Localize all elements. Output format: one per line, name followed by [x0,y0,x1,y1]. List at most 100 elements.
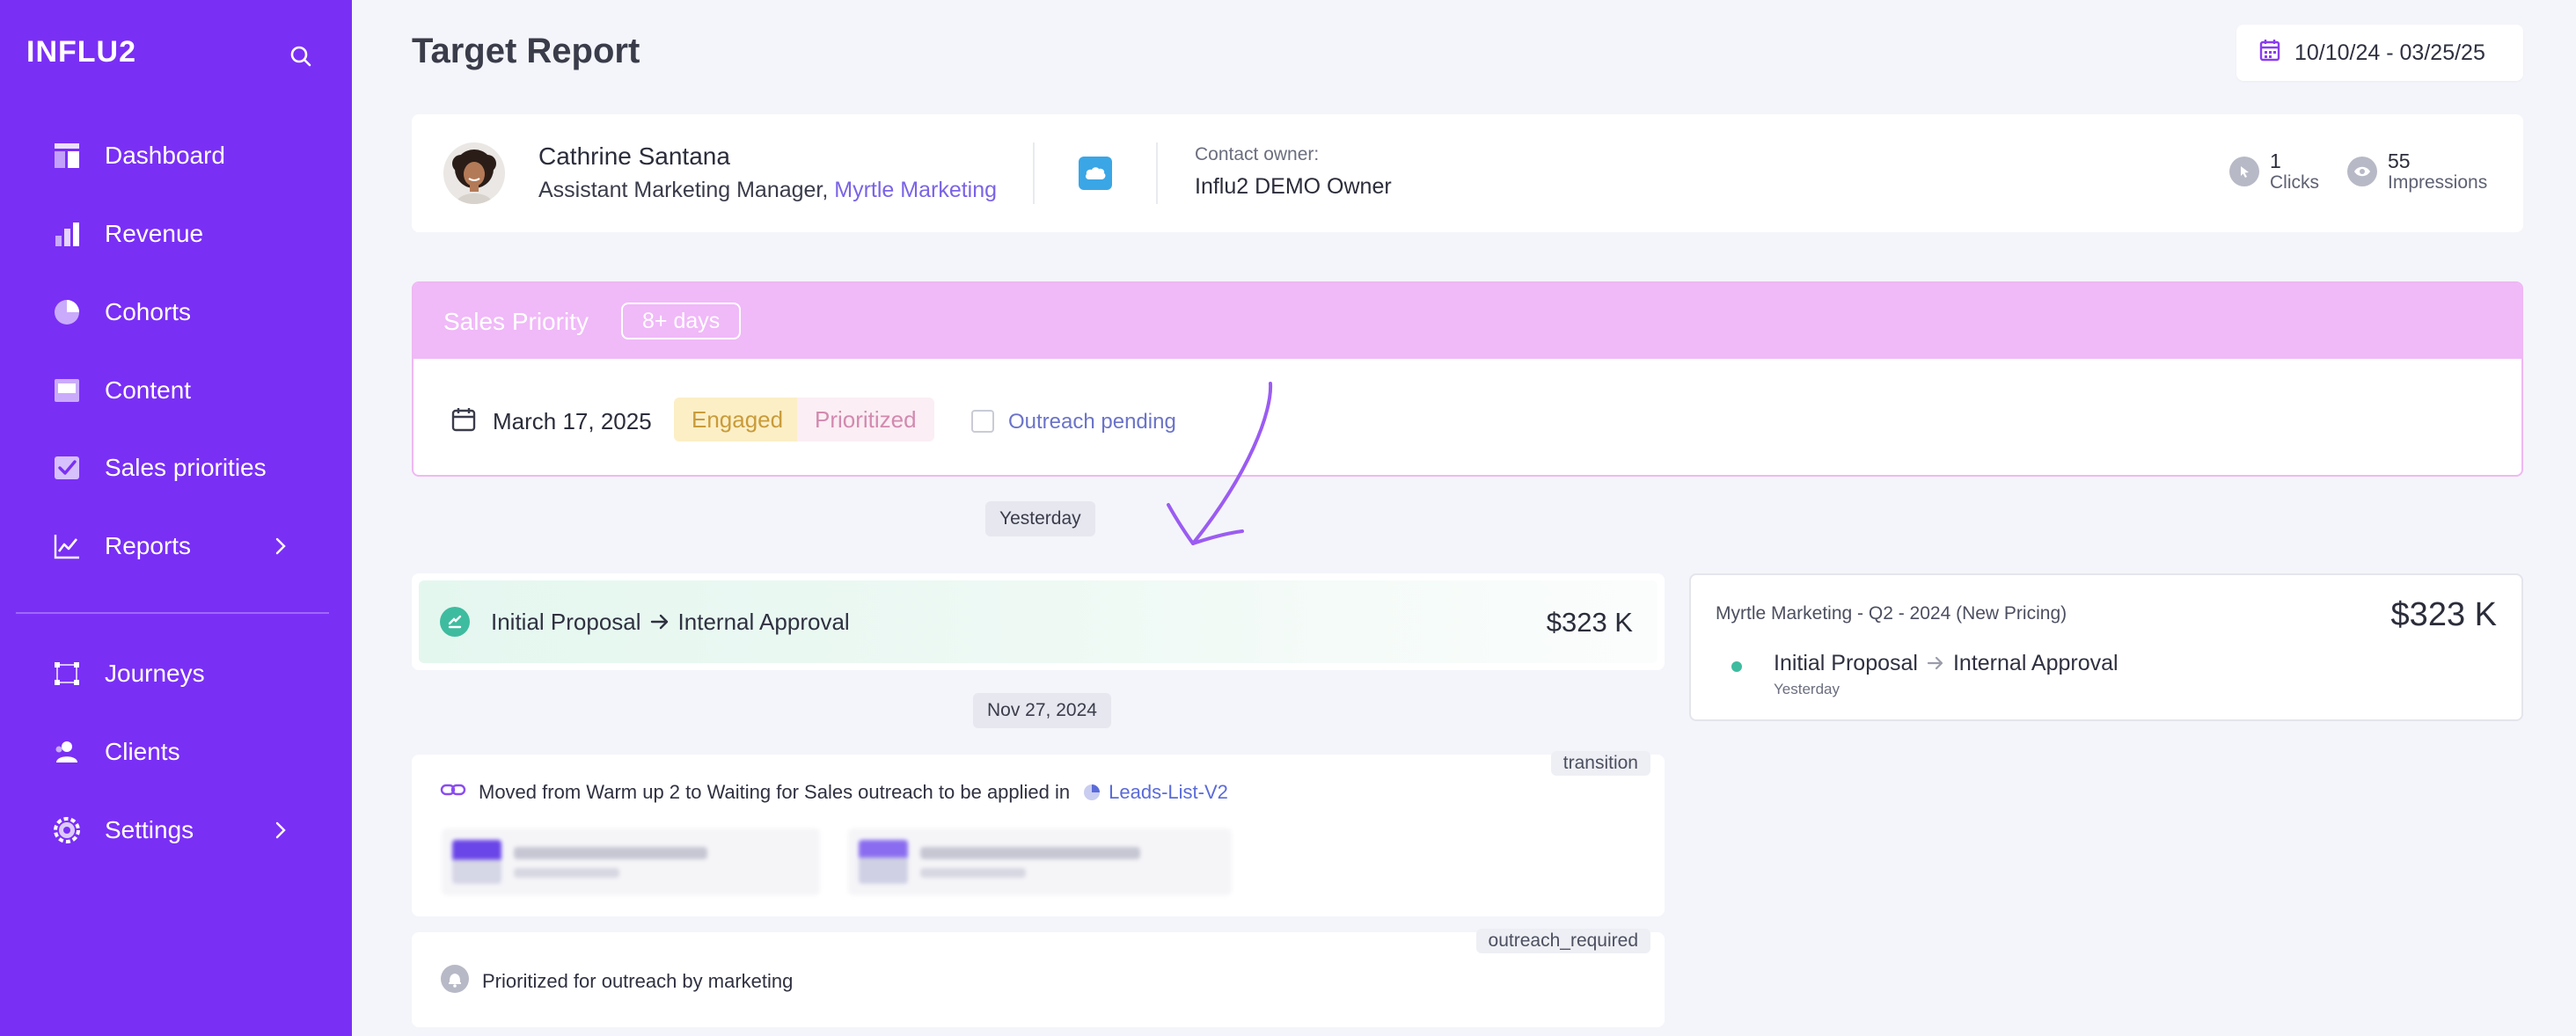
opportunity-stage-from: Initial Proposal [1774,651,1918,675]
prioritized-tag: Prioritized [797,398,934,441]
content-icon [51,375,83,406]
app-logo[interactable]: INFLU2 [26,35,136,69]
sidebar-divider [16,612,329,614]
transition-text: Initial Proposal Internal Approval [491,609,850,636]
opportunity-when: Yesterday [1774,681,1840,697]
blurred-content-item [442,828,820,895]
sidebar-item-cohorts[interactable]: Cohorts [0,281,352,343]
sidebar-item-label: Settings [105,816,194,843]
contact-card: Cathrine Santana Assistant Marketing Man… [412,114,2523,232]
timeline-date-yesterday: Yesterday [985,501,1095,536]
stage-transition-card[interactable]: Initial Proposal Internal Approval $323 … [412,573,1665,670]
transition-icon [440,607,470,637]
dashboard-icon [51,140,83,171]
arrow-right-icon [650,609,670,636]
clicks-label: Clicks [2270,172,2319,193]
divider [1156,142,1158,204]
event-transition-text: Moved from Warm up 2 to Waiting for Sale… [479,781,1071,803]
arrow-right-icon [1927,651,1944,676]
transition-from: Initial Proposal [491,609,641,635]
timeline-date-nov: Nov 27, 2024 [973,693,1111,728]
priority-date: March 17, 2025 [493,408,652,434]
transition-to: Internal Approval [677,609,850,635]
contact-name: Cathrine Santana [538,142,730,170]
blurred-content-item [848,828,1232,895]
date-range-text: 10/10/24 - 03/25/25 [2294,40,2485,65]
clicks-value: 1 [2270,150,2281,172]
bell-icon [440,964,470,999]
sales-priority-body: March 17, 2025 Engaged Prioritized Outre… [413,359,2521,475]
opportunity-stage-to: Internal Approval [1952,651,2119,675]
sidebar-item-content[interactable]: Content [0,360,352,421]
sales-priority-card: Sales Priority 8+ days March 17, 2025 En… [412,281,2523,477]
journeys-icon [51,658,83,689]
sidebar-item-label: Clients [105,738,180,765]
event-outreach-line: Prioritized for outreach by marketing [440,964,793,999]
sales-priority-header: Sales Priority 8+ days [413,283,2521,359]
impressions-value: 55 [2388,150,2411,172]
company-link[interactable]: Myrtle Marketing [834,178,997,202]
sidebar-item-label: Dashboard [105,142,225,169]
sales-priority-title: Sales Priority [443,308,589,335]
user-icon [51,736,83,768]
gear-icon [51,814,83,846]
chevron-right-icon [269,535,292,558]
status-dot [1731,661,1742,672]
pie-chart-icon [1084,784,1101,800]
leads-list-link[interactable]: Leads-List-V2 [1082,781,1228,804]
clicks-stat: 1 Clicks [2229,150,2319,193]
event-outreach-card: outreach_required Prioritized for outrea… [412,929,1665,1027]
sidebar-item-settings[interactable]: Settings [0,799,352,861]
calendar-icon [2259,39,2280,68]
eye-icon [2347,157,2377,186]
sidebar-item-sales-priorities[interactable]: Sales priorities [0,437,352,499]
avatar [443,142,505,204]
divider [1033,142,1035,204]
contact-owner-label: Contact owner: [1195,144,1320,164]
sidebar-item-label: Content [105,376,192,404]
event-transition-card: transition Moved from Warm up 2 to Waiti… [412,751,1665,916]
bar-chart-icon [51,218,83,250]
sidebar-item-revenue[interactable]: Revenue [0,203,352,265]
annotation-arrow-icon [1167,382,1273,545]
salesforce-icon[interactable] [1079,157,1112,190]
pie-chart-icon [51,296,83,328]
event-type-tag: outreach_required [1475,929,1650,953]
cursor-click-icon [2229,157,2259,186]
line-chart-icon [51,530,83,562]
days-badge: 8+ days [621,303,742,339]
event-transition-line: Moved from Warm up 2 to Waiting for Sale… [440,781,1228,804]
event-type-tag: transition [1550,751,1650,776]
event-outreach-text: Prioritized for outreach by marketing [482,970,794,992]
date-range-picker[interactable]: 10/10/24 - 03/25/25 [2236,25,2523,81]
contact-title: Assistant Marketing Manager, [538,178,829,202]
sidebar-item-label: Journeys [105,660,205,687]
sidebar-item-label: Reports [105,532,192,559]
opportunity-stage: Initial Proposal Internal Approval [1774,651,2119,676]
impressions-label: Impressions [2388,172,2488,193]
engaged-tag: Engaged [674,398,801,441]
outreach-pending-checkbox[interactable] [971,410,994,433]
search-icon[interactable] [283,39,318,74]
sidebar-item-label: Cohorts [105,298,192,325]
opportunity-amount: $323 K [2390,596,2497,633]
sidebar-item-reports[interactable]: Reports [0,515,352,577]
opportunity-title: Myrtle Marketing - Q2 - 2024 (New Pricin… [1716,603,2067,624]
chevron-right-icon [269,819,292,842]
transition-amount: $323 K [1546,607,1633,638]
calendar-icon [450,406,477,437]
contact-owner-name: Influ2 DEMO Owner [1195,174,1392,199]
link-icon [440,781,466,804]
page-title: Target Report [412,32,640,70]
checkbox-icon [51,452,83,484]
contact-role: Assistant Marketing Manager, Myrtle Mark… [538,178,997,203]
sidebar-item-dashboard[interactable]: Dashboard [0,125,352,186]
sidebar-item-journeys[interactable]: Journeys [0,643,352,704]
sidebar-item-label: Revenue [105,220,204,247]
sidebar-item-clients[interactable]: Clients [0,721,352,783]
sidebar-item-label: Sales priorities [105,454,267,481]
leads-list-label: Leads-List-V2 [1109,781,1228,803]
impressions-stat: 55 Impressions [2347,150,2487,193]
opportunity-card[interactable]: Myrtle Marketing - Q2 - 2024 (New Pricin… [1689,573,2523,721]
sidebar: INFLU2 Dashboard Revenue Cohorts Content… [0,0,352,1036]
